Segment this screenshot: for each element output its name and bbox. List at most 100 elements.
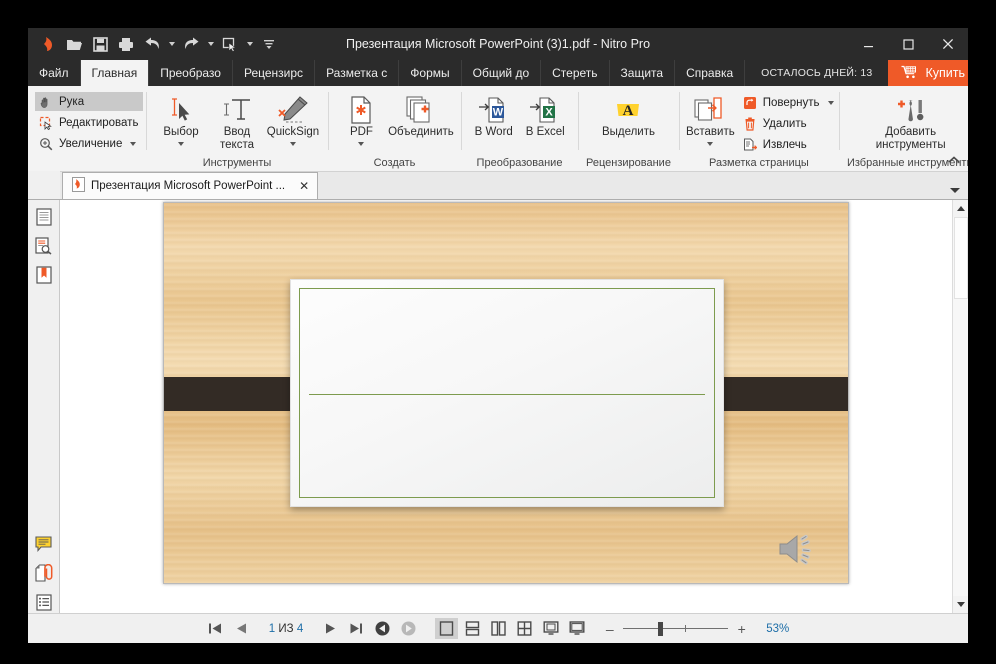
layers-panel-icon[interactable] (33, 591, 55, 613)
scroll-up-button[interactable] (952, 200, 968, 217)
highlight-button[interactable]: A Выделить (588, 90, 668, 139)
rotate-caret-icon[interactable] (827, 100, 834, 105)
zoom-caret-icon[interactable] (130, 141, 137, 146)
hand-tool-button[interactable]: Рука (35, 92, 144, 111)
tab-page-layout[interactable]: Разметка с (315, 60, 400, 86)
scroll-thumb[interactable] (953, 217, 968, 299)
scroll-track[interactable] (952, 217, 968, 596)
add-tools-button[interactable]: Добавить инструменты (856, 90, 966, 151)
combine-icon (406, 94, 436, 124)
zoom-in-button[interactable]: + (736, 621, 747, 637)
collapse-ribbon-button[interactable] (946, 152, 962, 168)
select-tool-button[interactable]: Выбор (153, 90, 209, 146)
print-icon[interactable] (114, 32, 138, 56)
quicksign-button[interactable]: QuickSign (265, 90, 321, 146)
tab-convert[interactable]: Преобразо (149, 60, 233, 86)
insert-pages-button[interactable]: Вставить (686, 90, 735, 146)
view-two-columns[interactable] (487, 618, 510, 639)
redo-icon[interactable] (179, 32, 203, 56)
zoom-tool-button[interactable]: Увеличение (35, 134, 143, 153)
ribbon-group-create: PDF Объединить Создать (328, 86, 461, 172)
select-caret-icon[interactable] (244, 32, 255, 56)
open-icon[interactable] (62, 32, 86, 56)
attachments-panel-icon[interactable] (33, 562, 55, 584)
save-icon[interactable] (88, 32, 112, 56)
close-icon[interactable]: ✕ (299, 180, 309, 192)
to-excel-button[interactable]: X В Excel (520, 90, 572, 139)
edit-tool-button[interactable]: Редактировать (35, 113, 143, 132)
delete-pages-button[interactable]: Удалить (739, 114, 839, 133)
hand-icon (38, 94, 54, 110)
svg-text:A: A (623, 103, 634, 119)
view-two-rows[interactable] (461, 618, 484, 639)
scroll-down-button[interactable] (952, 596, 968, 613)
tab-review[interactable]: Рецензирс (233, 60, 316, 86)
view-grid[interactable] (513, 618, 536, 639)
to-excel-button-label: В Excel (525, 126, 565, 138)
insert-pages-caret-icon[interactable] (707, 141, 714, 146)
first-page-button[interactable] (207, 620, 224, 637)
title-bar: Презентация Microsoft PowerPoint (3)1.pd… (28, 28, 968, 60)
previous-view-button[interactable] (374, 620, 391, 637)
ribbon-group-tools-label: Инструменты (202, 157, 272, 169)
sidebar-gutter (28, 171, 60, 199)
view-single-page[interactable] (435, 618, 459, 639)
add-tools-button-label: Добавить инструменты (875, 126, 946, 151)
hand-tool-label: Рука (59, 95, 85, 108)
view-fit-page[interactable] (539, 618, 562, 639)
trial-days-remaining: ОСТАЛОСЬ ДНЕЙ: 13 (761, 67, 873, 79)
nitro-logo-icon[interactable] (36, 32, 60, 56)
ocr-search-panel-icon[interactable] (33, 235, 55, 257)
zoom-slider[interactable] (623, 621, 729, 636)
rotate-button[interactable]: Повернуть (739, 93, 839, 112)
left-sidebar (28, 200, 60, 613)
zoom-level-value[interactable]: 53% (755, 623, 789, 635)
vertical-scrollbar[interactable] (952, 200, 968, 613)
quicksign-caret-icon[interactable] (290, 141, 296, 146)
tab-share[interactable]: Общий до (462, 60, 542, 86)
page-indicator[interactable]: 1 ИЗ 4 (259, 623, 313, 635)
quicksign-button-label: QuickSign (266, 126, 320, 138)
create-pdf-button[interactable]: PDF (335, 90, 388, 146)
bookmarks-panel-icon[interactable] (33, 264, 55, 286)
highlight-button-label: Выделить (601, 126, 655, 138)
nitro-pro-window: Презентация Microsoft PowerPoint (3)1.pd… (28, 28, 968, 643)
create-pdf-caret-icon[interactable] (358, 141, 365, 146)
combine-button[interactable]: Объединить (388, 90, 454, 139)
undo-caret-icon[interactable] (166, 32, 177, 56)
maximize-button[interactable] (888, 28, 928, 60)
document-viewport[interactable] (60, 200, 952, 613)
view-fit-width[interactable] (565, 618, 588, 639)
customize-qat-icon[interactable] (257, 32, 281, 56)
next-page-button[interactable] (322, 620, 339, 637)
tab-protect[interactable]: Защита (610, 60, 676, 86)
chevron-down-icon[interactable] (950, 188, 960, 193)
next-view-button[interactable] (400, 620, 417, 637)
redo-caret-icon[interactable] (205, 32, 216, 56)
previous-page-button[interactable] (233, 620, 250, 637)
tab-help[interactable]: Справка (675, 60, 746, 86)
zoom-out-button[interactable]: – (604, 621, 615, 637)
type-text-button[interactable]: Ввод текста (209, 90, 265, 151)
tab-file[interactable]: Файл (28, 60, 81, 86)
document-tab[interactable]: Презентация Microsoft PowerPoint ... ✕ (62, 172, 319, 199)
extract-pages-button[interactable]: Извлечь (739, 135, 839, 154)
zoom-in-icon (38, 136, 54, 152)
to-word-button[interactable]: W В Word (468, 90, 520, 139)
minimize-button[interactable] (848, 28, 888, 60)
tab-home[interactable]: Главная (80, 60, 150, 86)
pages-panel-icon[interactable] (33, 206, 55, 228)
slide-card-rule (309, 394, 705, 395)
select-tool-caret-icon[interactable] (178, 141, 184, 146)
insert-pages-icon (694, 94, 726, 124)
buy-button[interactable]: Купить (888, 60, 968, 86)
close-button[interactable] (928, 28, 968, 60)
tab-erase[interactable]: Стереть (541, 60, 610, 86)
undo-icon[interactable] (140, 32, 164, 56)
select-tool-icon[interactable] (218, 32, 242, 56)
comments-panel-icon[interactable] (33, 533, 55, 555)
create-pdf-button-label: PDF (349, 126, 373, 138)
zoom-slider-thumb[interactable] (658, 621, 664, 636)
last-page-button[interactable] (348, 620, 365, 637)
tab-forms[interactable]: Формы (399, 60, 462, 86)
